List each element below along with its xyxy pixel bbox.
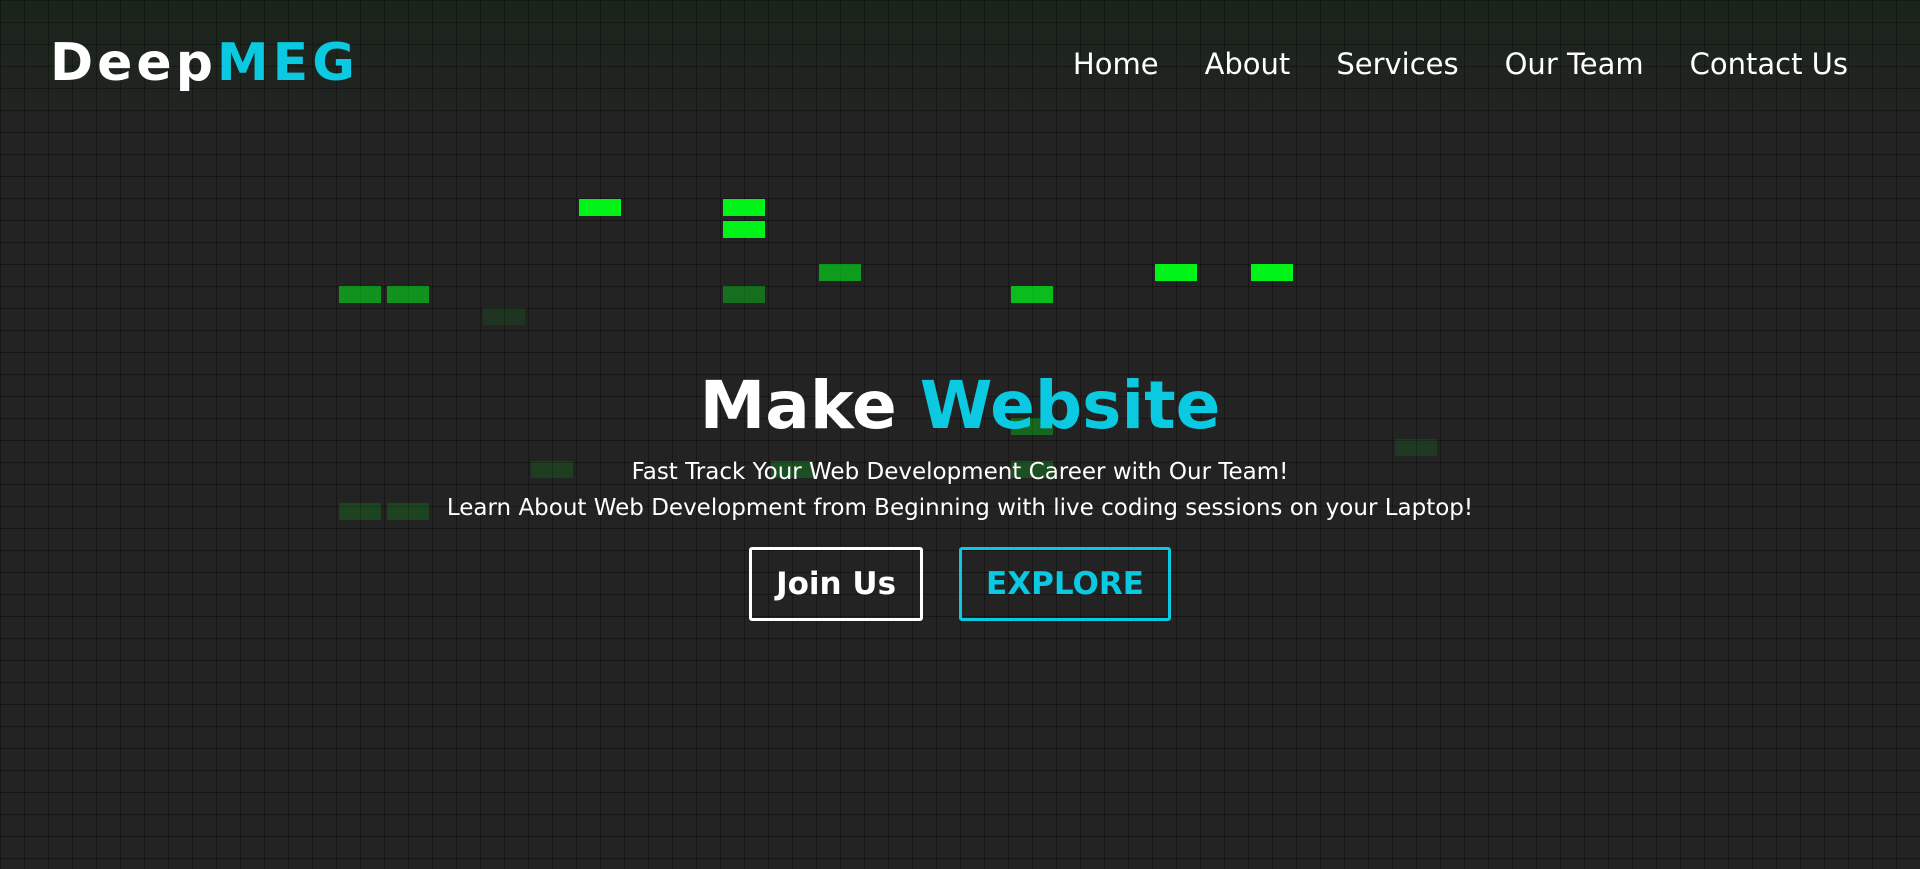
nav-team-link[interactable]: Our Team bbox=[1505, 44, 1644, 84]
hero-title-accent: Website bbox=[919, 367, 1221, 444]
hero-buttons: Join Us EXPLORE bbox=[0, 547, 1920, 621]
grid-tile bbox=[1011, 286, 1053, 303]
grid-tile bbox=[1251, 264, 1293, 281]
grid-tile bbox=[579, 199, 621, 216]
nav-contact-link[interactable]: Contact Us bbox=[1690, 44, 1848, 84]
grid-tile bbox=[723, 199, 765, 216]
grid-tile bbox=[1155, 264, 1197, 281]
site-header: DeepMEG Home About Services Our Team Con… bbox=[0, 0, 1920, 128]
nav-services-link[interactable]: Services bbox=[1336, 44, 1458, 84]
page: DeepMEG Home About Services Our Team Con… bbox=[0, 0, 1920, 869]
main-nav: Home About Services Our Team Contact Us bbox=[1073, 44, 1848, 84]
logo-main-text: Deep bbox=[50, 33, 217, 93]
grid-tile bbox=[339, 286, 381, 303]
logo-accent-text: MEG bbox=[216, 33, 359, 93]
grid-tile bbox=[387, 286, 429, 303]
hero-section: Make Website Fast Track Your Web Develop… bbox=[0, 362, 1920, 526]
grid-tile bbox=[723, 286, 765, 303]
logo[interactable]: DeepMEG bbox=[50, 30, 359, 96]
hero-title-main: Make bbox=[699, 367, 897, 444]
grid-tile bbox=[723, 221, 765, 238]
nav-about-link[interactable]: About bbox=[1205, 44, 1291, 84]
grid-tile bbox=[819, 264, 861, 281]
hero-title: Make Website bbox=[0, 362, 1920, 450]
grid-tile bbox=[483, 308, 525, 325]
hero-subtitle-1: Fast Track Your Web Development Career w… bbox=[631, 459, 1289, 485]
explore-button[interactable]: EXPLORE bbox=[959, 547, 1171, 621]
join-us-button[interactable]: Join Us bbox=[749, 547, 924, 621]
nav-home-link[interactable]: Home bbox=[1073, 44, 1159, 84]
hero-subtitle-2: Learn About Web Development from Beginni… bbox=[446, 495, 1474, 521]
